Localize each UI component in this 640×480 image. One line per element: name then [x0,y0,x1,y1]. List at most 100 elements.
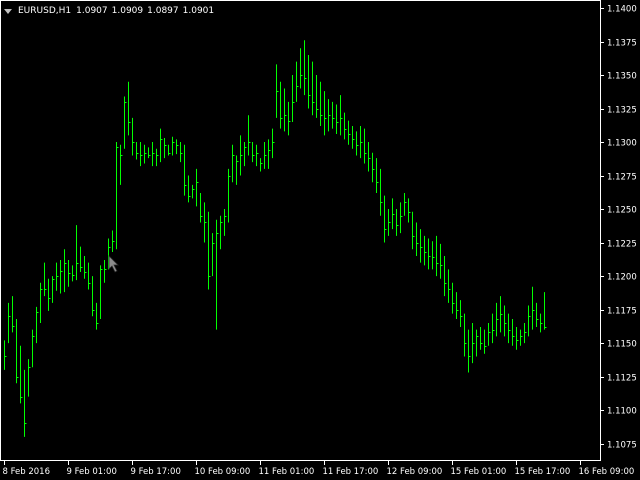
ohlc-bar [40,282,43,323]
ohlc-bar [504,305,507,337]
ohlc-bar [288,101,291,136]
ohlc-bar [328,99,331,132]
ohlc-bar [28,359,31,397]
ohlc-bar [16,318,19,384]
ohlc-bar [476,329,479,357]
ohlc-bar [344,112,347,140]
ohlc-bar [212,233,215,277]
ohlc-bar [300,48,303,89]
chart-header: EURUSD,H1 1.0907 1.0909 1.0897 1.0901 [4,4,218,18]
ohlc-bar [292,75,295,122]
ohlc-bar [68,259,71,287]
ohlc-bar [348,120,351,145]
ohlc-bar [340,95,343,136]
price-tick-label: 1.1400 [607,5,637,15]
ohlc-bar [448,269,451,303]
ohlc-bar [512,318,515,346]
ohlc-bar [236,155,239,185]
time-tick-label: 15 Feb 17:00 [515,467,571,477]
ohlc-bar [400,202,403,234]
ohlc-bar [324,91,327,136]
close-price: 1.0901 [182,6,215,16]
ohlc-bar [416,222,419,256]
ohlc-bar [232,144,235,183]
ohlc-bar [308,54,311,109]
ohlc-bar [192,184,195,199]
ohlc-bar [524,322,527,344]
triangle-down-icon[interactable] [4,8,12,14]
ohlc-bar [160,128,163,163]
ohlc-bar [48,278,51,311]
ohlc-bar [284,88,287,132]
price-tick-label: 1.1150 [607,340,637,350]
ohlc-bar [468,329,471,373]
ohlc-bar [336,104,339,135]
price-tick-label: 1.1275 [607,173,637,183]
ohlc-bar [188,175,191,203]
ohlc-bar [156,148,159,167]
ohlc-bar [492,313,495,344]
ohlc-bar [240,135,243,176]
ohlc-bar [408,198,411,223]
ohlc-bar [392,198,395,230]
price-tick-label: 1.1075 [607,441,637,451]
time-tick-label: 12 Feb 09:00 [387,467,443,477]
ohlc-chart-canvas[interactable]: 1.1400 1.1375 1.1350 1.1325 1.1300 1.1275 1.12… [0,0,640,480]
ohlc-bar [352,125,355,149]
price-chart[interactable]: 1.1400 1.1375 1.1350 1.1325 1.1300 1.1275 1.12… [0,0,640,480]
ohlc-bar [488,322,491,346]
ohlc-bar [56,262,59,291]
price-tick-label: 1.1125 [607,374,637,384]
ohlc-bar [244,142,247,167]
ohlc-bar [4,340,7,370]
ohlc-bar [312,61,315,116]
ohlc-bar [228,168,231,223]
ohlc-bar [484,329,487,354]
time-tick-label: 9 Feb 17:00 [131,467,181,477]
ohlc-bar [64,249,67,293]
ohlc-bar [148,147,151,159]
time-axis: 8 Feb 2016 9 Feb 01:00 9 Feb 17:00 10 Feb 0… [3,461,634,477]
ohlc-bar [372,152,375,183]
ohlc-bar [76,225,79,281]
price-tick-label: 1.1100 [607,407,637,417]
ohlc-bar [44,262,47,297]
ohlc-bar [320,81,323,126]
ohlc-bar [480,326,483,350]
ohlc-bar [368,142,371,172]
price-tick-label: 1.1300 [607,139,637,149]
ohlc-bar [508,313,511,344]
ohlc-bar [164,138,167,159]
symbol-label: EURUSD,H1 [18,6,72,16]
ohlc-bar [216,219,219,330]
open-price: 1.0907 [76,6,108,16]
ohlc-bar [184,144,187,196]
price-axis: 1.1400 1.1375 1.1350 1.1325 1.1300 1.1275 1.12… [600,5,637,451]
ohlc-bar [196,168,199,207]
ohlc-bar [32,329,35,368]
ohlc-bar [140,142,143,167]
price-tick-label: 1.1375 [607,39,637,49]
ohlc-bar [220,215,223,250]
ohlc-bar [264,142,267,169]
ohlc-bar [168,144,171,156]
ohlc-bar [152,142,155,167]
ohlc-bar [272,128,275,159]
price-tick-label: 1.1250 [607,206,637,216]
ohlc-bar [104,259,107,283]
ohlc-bar [200,192,203,223]
ohlc-bar [256,144,259,167]
ohlc-bar [208,211,211,290]
time-tick-label: 8 Feb 2016 [3,467,51,477]
ohlc-bar [428,238,431,270]
ohlc-bar [356,131,359,156]
ohlc-bar [388,209,391,236]
ohlc-bar [420,229,423,263]
ohlc-bar [136,142,139,160]
ohlc-bar [276,64,279,118]
ohlc-bar [120,144,123,185]
ohlc-bar [456,292,459,319]
ohlc-bar [88,262,91,290]
ohlc-bar [460,300,463,327]
price-tick-label: 1.1225 [607,240,637,250]
